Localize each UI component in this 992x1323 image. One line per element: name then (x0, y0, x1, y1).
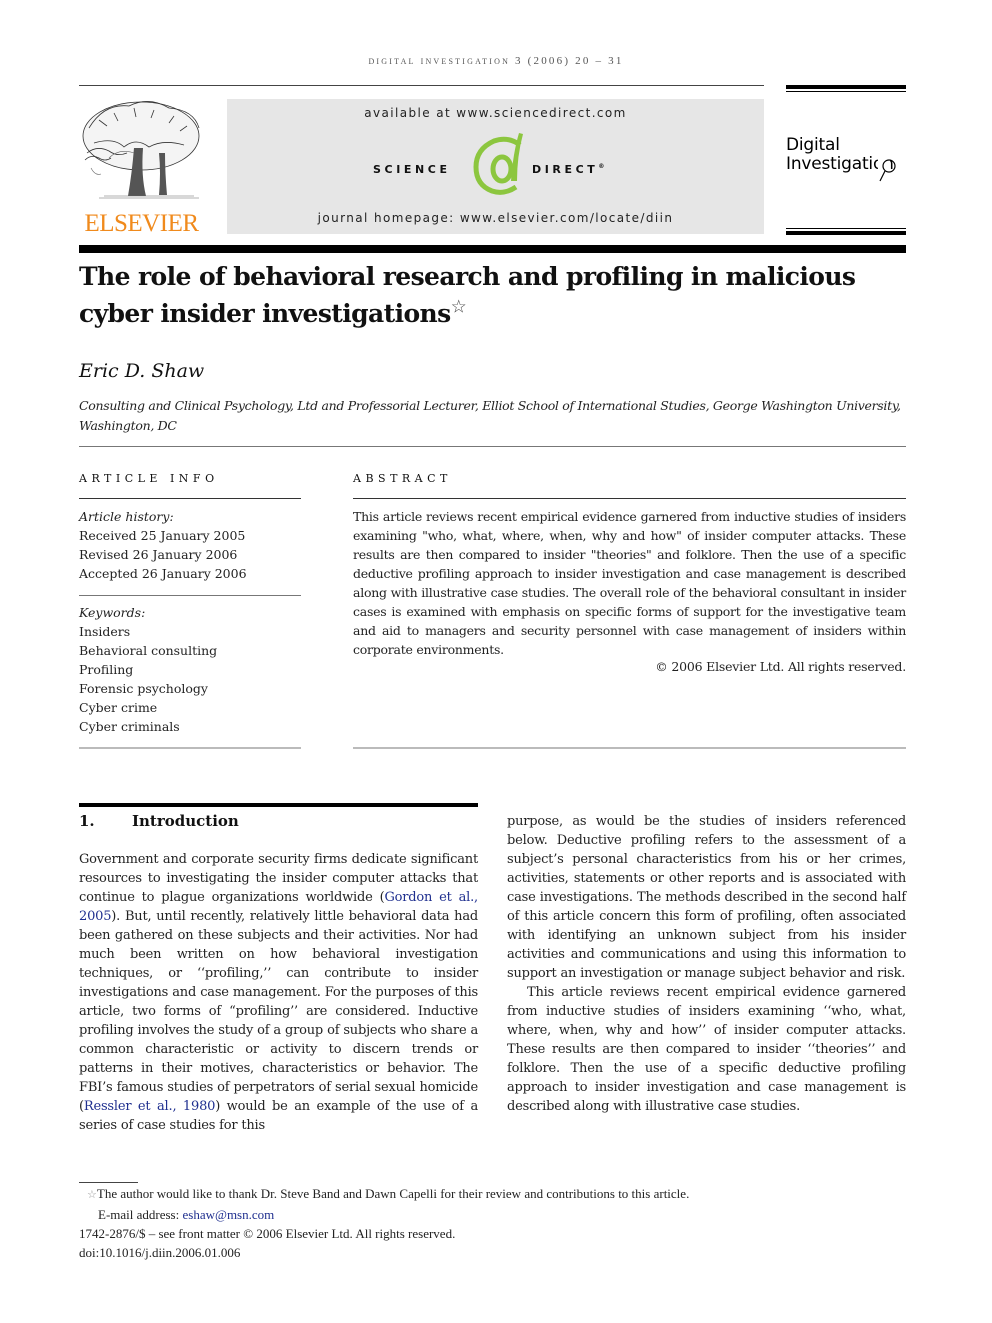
acknowledgment-text: The author would like to thank Dr. Steve… (96, 1186, 690, 1201)
keyword-item: Cyber crime (79, 700, 158, 715)
section-number: 1. (79, 812, 95, 830)
keyword-item: Behavioral consulting (79, 643, 218, 658)
author-affiliation: Consulting and Clinical Psychology, Ltd … (79, 398, 901, 433)
sciencedirect-logo[interactable]: SCIENCE DIRECT® (227, 133, 764, 197)
intro-paragraph-1-continued: purpose, as would be the studies of insi… (507, 814, 906, 981)
journal-logo-line1: Digital (786, 135, 840, 155)
sciencedirect-at-icon (473, 133, 523, 195)
body-column-right: purpose, as would be the studies of insi… (507, 812, 906, 1116)
keywords-label: Keywords: (79, 605, 146, 620)
elsevier-wordmark: ELSEVIER (84, 210, 199, 237)
section-rule (79, 803, 478, 807)
history-accepted: Accepted 26 January 2006 (79, 566, 247, 581)
abstract-copyright: © 2006 Elsevier Ltd. All rights reserved… (655, 659, 906, 674)
email-link[interactable]: eshaw@msn.com (182, 1207, 274, 1222)
section-title: Introduction (132, 812, 239, 830)
keyword-item: Cyber criminals (79, 719, 180, 734)
paragraph-text: ). But, until recently, relatively littl… (79, 909, 478, 1114)
article-history: Article history: Received 25 January 200… (79, 507, 301, 583)
abstract-heading: ABSTRACT (353, 472, 452, 485)
journal-homepage-link[interactable]: journal homepage: www.elsevier.com/locat… (227, 211, 764, 225)
header-thick-rule (79, 245, 906, 253)
article-title: The role of behavioral research and prof… (79, 258, 906, 332)
magnifier-icon (878, 157, 896, 182)
affiliation-rule (79, 446, 906, 447)
keyword-item: Insiders (79, 624, 131, 639)
registered-mark: ® (598, 163, 605, 170)
doi-link[interactable]: doi:10.1016/j.diin.2006.01.006 (79, 1243, 906, 1262)
section-heading-introduction: 1. Introduction (79, 812, 239, 830)
footnote-acknowledgment: ☆The author would like to thank Dr. Stev… (79, 1184, 906, 1205)
keywords-rule (79, 747, 301, 749)
footnote-rule (79, 1182, 138, 1183)
journal-logo[interactable]: Digital Investigation (786, 135, 896, 182)
body-column-left: Government and corporate security firms … (79, 850, 478, 1135)
keywords: Keywords: Insiders Behavioral consulting… (79, 603, 301, 736)
article-title-text: The role of behavioral research and prof… (79, 262, 856, 328)
article-history-label: Article history: (79, 509, 174, 524)
journal-logo-rule-bottom (786, 228, 906, 235)
elsevier-tree-icon (82, 101, 200, 199)
intro-paragraph-2: This article reviews recent empirical ev… (507, 985, 906, 1114)
keyword-item: Profiling (79, 662, 134, 677)
sciencedirect-logo-direct: DIRECT® (532, 163, 604, 176)
abstract-end-rule (353, 747, 906, 749)
citation-link-ressler[interactable]: Ressler et al., 1980 (84, 1099, 216, 1114)
footnotes: ☆The author would like to thank Dr. Stev… (79, 1184, 906, 1262)
intro-paragraph-1: Government and corporate security firms … (79, 850, 478, 1135)
abstract-text: This article reviews recent empirical ev… (353, 509, 906, 657)
footnote-email: E-mail address: eshaw@msn.com (79, 1205, 906, 1224)
title-footnote-star-icon[interactable]: ☆ (451, 297, 467, 318)
elsevier-logo[interactable]: ELSEVIER (79, 98, 204, 238)
sciencedirect-logo-science: SCIENCE (373, 163, 451, 176)
sciencedirect-logo-direct-text: DIRECT (532, 163, 599, 176)
abstract-rule (353, 498, 906, 499)
history-received: Received 25 January 2005 (79, 528, 246, 543)
history-revised: Revised 26 January 2006 (79, 547, 238, 562)
author-name: Eric D. Shaw (79, 360, 205, 382)
sciencedirect-banner: available at www.sciencedirect.com SCIEN… (227, 99, 764, 234)
journal-logo-rule-top (786, 85, 906, 92)
running-head: digital investigation 3 (2006) 20 – 31 (368, 55, 624, 67)
front-matter-line: 1742-2876/$ – see front matter © 2006 El… (79, 1226, 456, 1241)
footnote-star-icon: ☆ (87, 1189, 97, 1201)
article-info-rule (79, 498, 301, 499)
sciencedirect-availability[interactable]: available at www.sciencedirect.com (227, 106, 764, 120)
article-info-heading: ARTICLE INFO (79, 472, 219, 485)
email-label: E-mail address: (98, 1207, 183, 1222)
header-rule (79, 85, 764, 86)
article-history-rule (79, 595, 301, 596)
keyword-item: Forensic psychology (79, 681, 208, 696)
